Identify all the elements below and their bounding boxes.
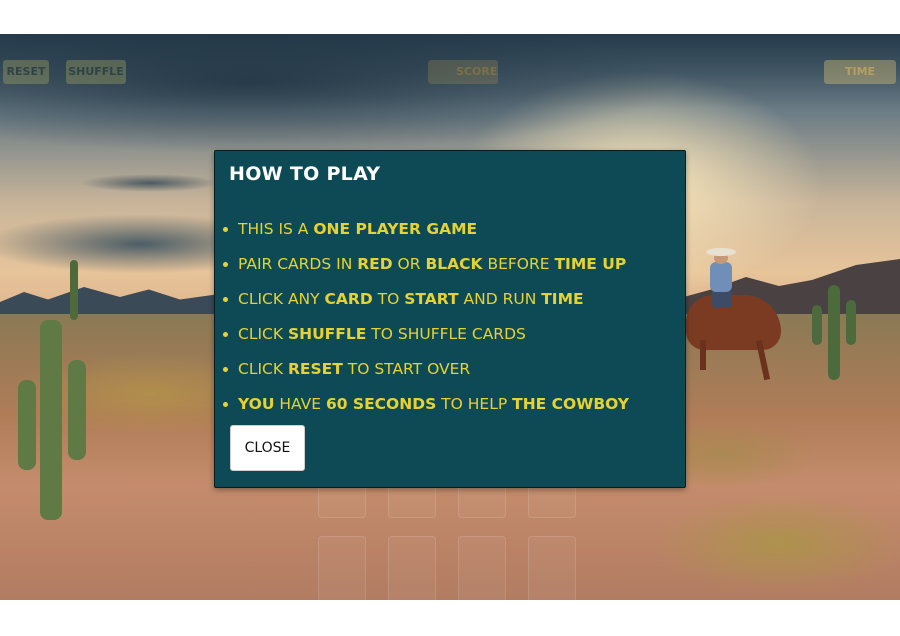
rule-keyword: RED: [357, 255, 393, 273]
rule-keyword: TIME UP: [554, 255, 627, 273]
saguaro-cactus: [40, 320, 62, 520]
card-placeholder: [458, 536, 506, 602]
cowboy-hat: [706, 248, 736, 256]
rule-text: TO: [372, 290, 405, 308]
score-display: SCORE: [428, 60, 498, 84]
rule-text: TO START OVER: [342, 360, 471, 378]
rule-text: OR: [392, 255, 426, 273]
reset-button[interactable]: RESET: [3, 60, 49, 84]
cactus-right-arm: [812, 305, 822, 345]
rule-text: HAVE: [274, 395, 326, 413]
rule-keyword: BLACK: [425, 255, 483, 273]
rule-keyword: TIME: [541, 290, 584, 308]
rule-text: PAIR CARDS IN: [238, 255, 358, 273]
rule-keyword: RESET: [287, 360, 343, 378]
rules-list: THIS IS A ONE PLAYER GAME PAIR CARDS IN R…: [223, 217, 629, 427]
saguaro-cactus-arm: [68, 360, 86, 460]
rule-keyword: ONE PLAYER GAME: [313, 220, 478, 238]
rule-text: CLICK ANY: [238, 290, 325, 308]
rule-item: THIS IS A ONE PLAYER GAME: [223, 217, 629, 252]
rule-item: YOU HAVE 60 SECONDS TO HELP THE COWBOY: [223, 392, 629, 427]
rule-keyword: YOU: [238, 395, 275, 413]
rule-keyword: CARD: [324, 290, 373, 308]
cactus-right-arm: [846, 300, 856, 345]
rule-item: PAIR CARDS IN RED OR BLACK BEFORE TIME U…: [223, 252, 629, 287]
cowboy: [710, 262, 732, 292]
card-placeholder: [318, 536, 366, 602]
rule-item: CLICK SHUFFLE TO SHUFFLE CARDS: [223, 322, 629, 357]
horse-leg: [700, 340, 706, 370]
rule-keyword: 60 SECONDS: [325, 395, 437, 413]
rule-keyword: THE COWBOY: [512, 395, 629, 413]
how-to-play-dialog: HOW TO PLAY THIS IS A ONE PLAYER GAME PAI…: [214, 150, 686, 488]
rule-text: BEFORE: [482, 255, 555, 273]
time-display: TIME: [824, 60, 896, 84]
rule-text: THIS IS A: [238, 220, 314, 238]
rule-text: CLICK: [238, 360, 288, 378]
card-placeholder: [528, 536, 576, 602]
rule-keyword: START: [404, 290, 459, 308]
rule-text: AND RUN: [458, 290, 542, 308]
saguaro-cactus-arm: [18, 380, 36, 470]
shuffle-button[interactable]: SHUFFLE: [66, 60, 126, 84]
cloud-wisp: [80, 174, 220, 192]
rule-text: TO HELP: [436, 395, 513, 413]
rule-text: CLICK: [238, 325, 288, 343]
cactus-right: [828, 285, 840, 380]
dialog-title: HOW TO PLAY: [229, 163, 381, 185]
rule-keyword: SHUFFLE: [287, 325, 367, 343]
card-placeholder: [388, 536, 436, 602]
rule-item: CLICK ANY CARD TO START AND RUN TIME: [223, 287, 629, 322]
cactus-distant: [70, 260, 78, 320]
rule-text: TO SHUFFLE CARDS: [366, 325, 526, 343]
close-button[interactable]: CLOSE: [230, 425, 305, 471]
rule-item: CLICK RESET TO START OVER: [223, 357, 629, 392]
cowboy-legs: [712, 290, 732, 308]
